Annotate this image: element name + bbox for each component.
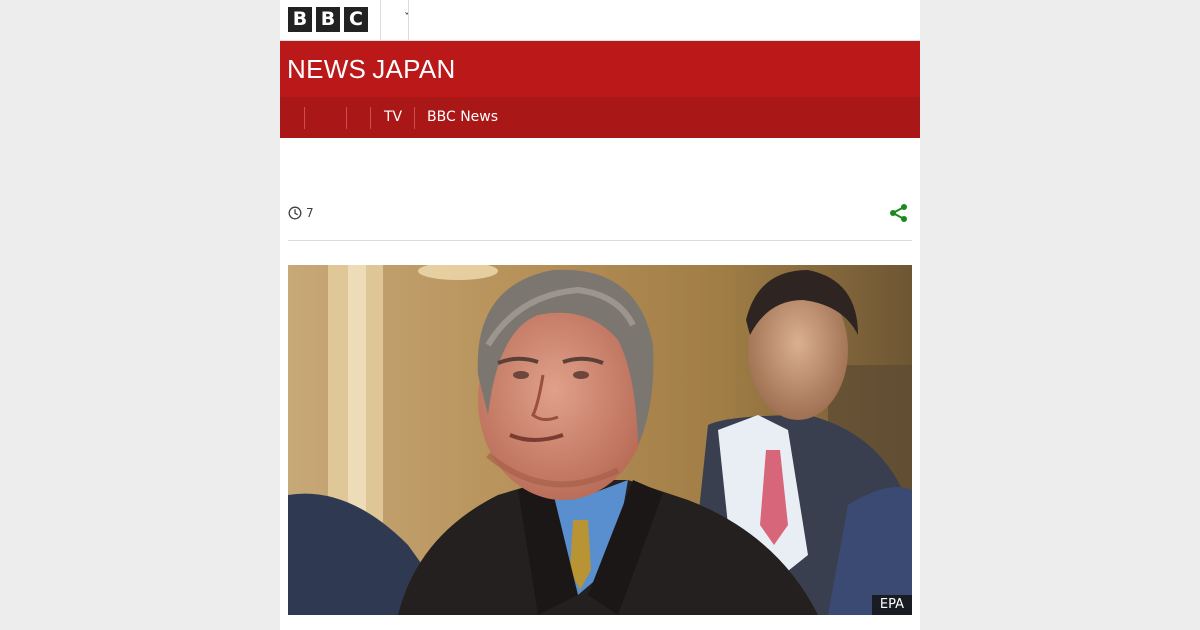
site-title-news: NEWS <box>287 54 367 84</box>
article-meta: 7 <box>288 200 912 228</box>
share-icon[interactable] <box>888 202 910 224</box>
nav-separator <box>414 107 415 129</box>
article-photo: EPA <box>288 265 912 615</box>
bbc-logo[interactable]: B B C <box>288 7 368 32</box>
bbc-logo-block: C <box>344 7 368 32</box>
photo-credit: EPA <box>871 595 912 615</box>
nav-separator <box>346 107 347 129</box>
photo-image <box>288 265 912 615</box>
chevron-down-icon: ˇ <box>404 11 410 25</box>
site-title-japan: JAPAN <box>372 54 456 84</box>
masthead-divider <box>408 0 409 40</box>
masthead-menu-button[interactable]: ˇ <box>381 0 410 40</box>
news-japan-banner: NEWS JAPAN <box>280 41 920 97</box>
nav-item-tv[interactable]: TV <box>384 97 402 138</box>
article-date: 7 <box>306 206 314 220</box>
bbc-logo-block: B <box>316 7 340 32</box>
nav-separator <box>304 107 305 129</box>
nav-separator <box>370 107 371 129</box>
page: B B C ˇ NEWS JAPAN TV BBC News 7 EPA <box>280 0 920 630</box>
site-title[interactable]: NEWS JAPAN <box>287 53 456 86</box>
clock-icon <box>288 206 302 220</box>
divider <box>288 240 912 241</box>
nav-item-bbc-news[interactable]: BBC News <box>427 97 498 138</box>
main-nav: TV BBC News <box>280 97 920 138</box>
bbc-masthead: B B C ˇ <box>280 0 920 41</box>
bbc-logo-block: B <box>288 7 312 32</box>
